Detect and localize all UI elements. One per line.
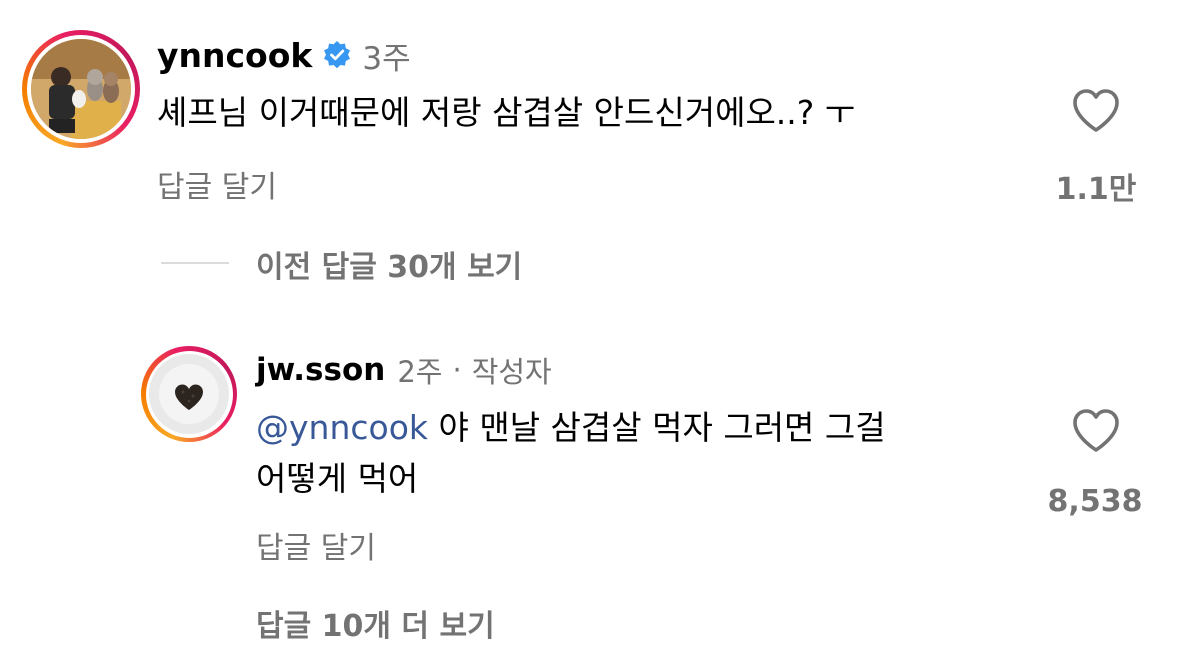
- comment-time: 3주: [362, 40, 411, 77]
- divider: [161, 262, 229, 264]
- avatar[interactable]: [22, 30, 140, 148]
- person-with-dogs-photo: [31, 39, 131, 139]
- reply-text-line1: 야 맨날 삼겹살 먹자 그러면 그걸: [438, 408, 886, 447]
- comment-text: 셰프님 이거때문에 저랑 삼겹살 안드신거에오..? ㅜ: [157, 93, 856, 132]
- reply-reply-button[interactable]: 답글 달기: [256, 523, 376, 567]
- reply-text-line2: 어떻게 먹어: [256, 459, 419, 498]
- comment-username[interactable]: ynncook: [157, 36, 312, 75]
- reply-like-button[interactable]: [1072, 408, 1120, 454]
- reply-time: 2주: [397, 355, 443, 389]
- like-count[interactable]: 1.1만: [1050, 164, 1142, 208]
- like-button[interactable]: [1072, 88, 1120, 134]
- verified-badge-icon: [322, 40, 352, 70]
- avatar-photo-illustration: [31, 39, 131, 139]
- meta-separator: ·: [452, 353, 462, 387]
- reply-button[interactable]: 답글 달기: [157, 162, 277, 206]
- heart-food-illustration: [149, 354, 229, 434]
- heart-shaped-food-on-plate-photo: [149, 354, 229, 434]
- reply-text: @ynncook 야 맨날 삼겹살 먹자 그러면 그걸: [256, 401, 886, 455]
- reply-username[interactable]: jw.sson: [256, 352, 385, 388]
- author-badge: 작성자: [471, 355, 552, 389]
- mention-link[interactable]: @ynncook: [256, 408, 428, 447]
- view-more-replies[interactable]: 답글 10개 더 보기: [256, 601, 495, 645]
- heart-icon: [1073, 409, 1119, 452]
- reply-like-count[interactable]: 8,538: [1036, 484, 1154, 519]
- view-previous-replies-label[interactable]: 이전 답글 30개 보기: [256, 242, 522, 286]
- heart-icon: [1073, 89, 1119, 132]
- reply-avatar[interactable]: [141, 346, 237, 442]
